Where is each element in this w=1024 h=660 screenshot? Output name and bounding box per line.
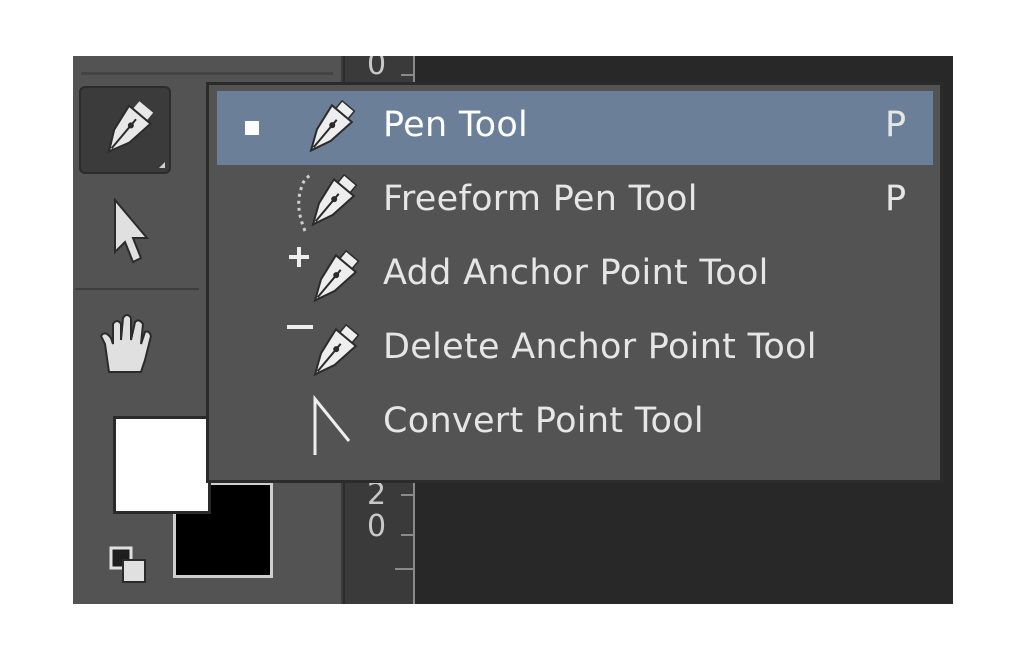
hand-tool-button[interactable] (79, 300, 171, 388)
menu-item-label: Add Anchor Point Tool (383, 253, 769, 293)
freeform-pen-icon (297, 173, 358, 232)
menu-item-freeform-pen-tool[interactable]: Freeform Pen Tool P (217, 165, 933, 239)
menu-item-label: Pen Tool (383, 105, 529, 145)
ruler-number: 0 (367, 509, 387, 544)
pen-tool-flyout-menu: Pen Tool P Freeform Pen Tool P Add Ancho… (206, 82, 943, 483)
menu-item-label: Convert Point Tool (383, 401, 704, 441)
ruler-tick (401, 494, 413, 496)
ruler-number: 2 (367, 477, 387, 512)
default-colors-icon[interactable] (107, 544, 149, 586)
menu-item-label: Delete Anchor Point Tool (383, 327, 817, 367)
menu-item-add-anchor-point-tool[interactable]: Add Anchor Point Tool (217, 239, 933, 313)
ruler-tick (401, 74, 413, 76)
ruler-number: 0 (367, 56, 387, 82)
delete-anchor-point-icon (287, 323, 360, 377)
ruler-tick (395, 568, 413, 570)
menu-item-convert-point-tool[interactable]: Convert Point Tool (217, 387, 933, 461)
tools-divider (75, 288, 199, 290)
path-selection-tool-button[interactable] (79, 186, 171, 274)
hand-icon (99, 314, 153, 373)
pen-icon (107, 101, 165, 168)
arrow-icon (114, 197, 150, 264)
menu-item-shortcut: P (885, 105, 907, 145)
convert-point-icon (313, 394, 351, 455)
add-anchor-point-icon (289, 247, 360, 303)
ruler-tick (401, 534, 413, 536)
selected-bullet-icon (245, 121, 259, 135)
pen-tool-button[interactable] (79, 86, 171, 174)
menu-item-delete-anchor-point-tool[interactable]: Delete Anchor Point Tool (217, 313, 933, 387)
panel-divider (81, 72, 333, 75)
pen-icon (309, 99, 356, 153)
menu-item-pen-tool[interactable]: Pen Tool P (217, 91, 933, 165)
menu-item-label: Freeform Pen Tool (383, 179, 698, 219)
foreground-color-swatch[interactable] (113, 416, 211, 514)
menu-item-shortcut: P (885, 179, 907, 219)
